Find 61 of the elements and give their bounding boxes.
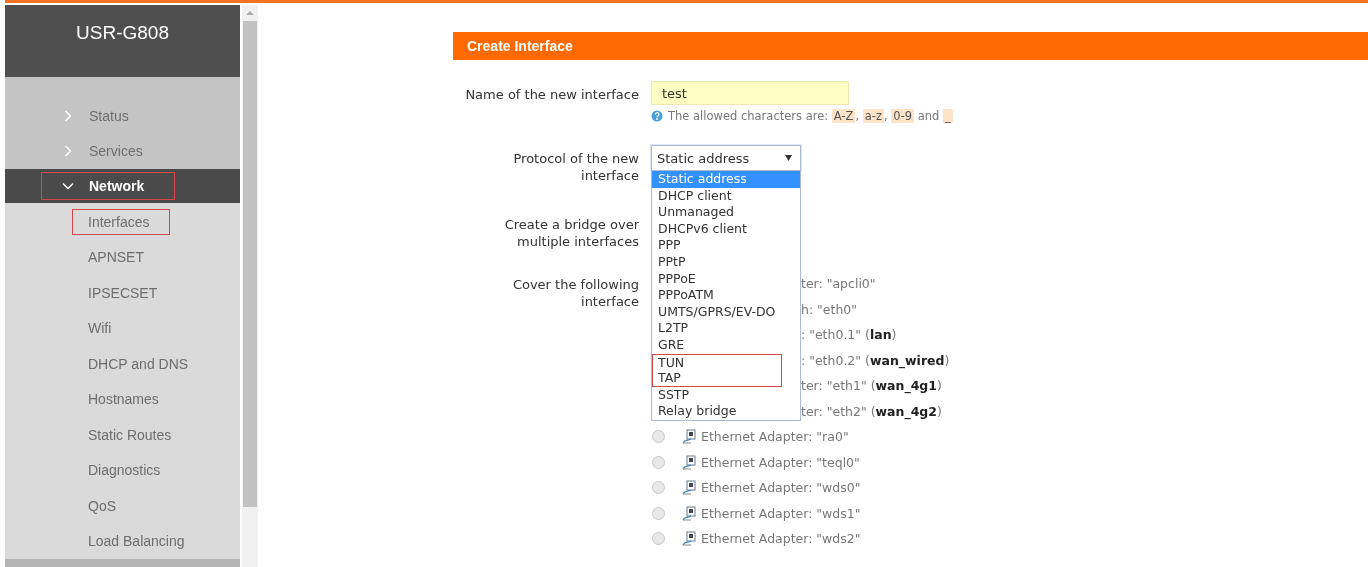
interface-label: ter: "eth1" (wan_4g1) xyxy=(801,378,942,394)
help-icon xyxy=(651,110,663,122)
menu-item[interactable]: DHCP and DNS xyxy=(72,346,194,382)
dropdown-option[interactable]: UMTS/GPRS/EV-DO xyxy=(652,303,800,321)
menu-item[interactable]: Diagnostics xyxy=(72,452,166,488)
interface-label: Ethernet Adapter: "ra0" xyxy=(701,429,849,445)
section-header: Create Interface xyxy=(453,32,1368,60)
menu-item[interactable]: Interfaces xyxy=(72,209,171,235)
field-label: Create a bridge over multiple interfaces xyxy=(503,216,639,251)
brand-title: USR-G808 xyxy=(76,22,169,45)
dropdown-option[interactable]: SSTP xyxy=(652,386,800,404)
dropdown-option[interactable]: DHCPv6 client xyxy=(652,220,800,238)
network-adapter-icon xyxy=(682,480,696,496)
name-field[interactable]: test xyxy=(651,81,849,105)
interface-label: Ethernet Adapter: "wds2" xyxy=(701,531,861,547)
chevron-right-icon xyxy=(62,110,74,123)
radio-button[interactable] xyxy=(652,532,665,546)
radio-button[interactable] xyxy=(652,506,665,520)
radio-button[interactable] xyxy=(652,430,665,444)
network-adapter-icon xyxy=(682,429,696,445)
radio-button[interactable] xyxy=(652,455,665,469)
dropdown-option[interactable]: PPtP xyxy=(652,253,800,271)
menu-item[interactable]: IPSECSET xyxy=(72,275,163,311)
menu-item[interactable]: Static Routes xyxy=(72,417,177,453)
dropdown-option[interactable]: PPPoE xyxy=(652,270,800,288)
network-adapter-icon xyxy=(682,505,696,521)
menu-label[interactable]: Network xyxy=(41,171,176,200)
interface-label: Ethernet Adapter: "wds1" xyxy=(701,505,861,521)
interface-label: : "eth0.1" (lan) xyxy=(801,327,897,343)
dropdown-option[interactable]: PPPoATM xyxy=(652,287,800,304)
interface-label: h: "eth0" xyxy=(801,301,858,317)
dropdown-option[interactable]: TAP xyxy=(652,370,782,387)
field-label: Cover the following interface xyxy=(511,276,639,311)
dropdown-option[interactable]: TUN xyxy=(652,353,782,371)
menu-item[interactable]: QoS xyxy=(72,488,121,524)
dropdown-option[interactable]: Unmanaged xyxy=(652,204,800,221)
hint-text: The allowed characters are: A-Z , a-z , 0-9 and _ xyxy=(668,109,953,123)
dropdown-option[interactable]: PPP xyxy=(652,237,800,254)
network-adapter-icon xyxy=(682,454,696,470)
interface-label: : "eth0.2" (wan_wired) xyxy=(801,352,950,368)
field-label: Name of the new interface xyxy=(464,86,639,104)
scrollbar[interactable] xyxy=(242,5,258,567)
menu-item[interactable]: Network xyxy=(5,168,240,203)
protocol-dropdown[interactable]: Static address xyxy=(651,145,801,171)
menu-item[interactable]: APNSET xyxy=(72,239,149,275)
interface-label: ter: "eth2" (wan_4g2) xyxy=(801,403,942,419)
interface-label: Ethernet Adapter: "wds0" xyxy=(701,480,861,496)
chevron-right-icon xyxy=(62,145,74,158)
interface-label: ter: "apcli0" xyxy=(801,276,876,292)
field-label: Protocol of the new interface xyxy=(512,150,639,185)
dropdown-option[interactable]: DHCP client xyxy=(652,187,800,205)
caret-icon xyxy=(785,155,792,161)
interface-label: Ethernet Adapter: "teql0" xyxy=(701,454,860,470)
dropdown-option[interactable]: Relay bridge xyxy=(652,403,800,420)
dropdown-option[interactable]: GRE xyxy=(652,336,800,354)
network-adapter-icon xyxy=(682,531,696,547)
radio-button[interactable] xyxy=(652,481,665,495)
menu-item[interactable]: Hostnames xyxy=(72,381,164,417)
menu-item[interactable]: Wifi xyxy=(72,310,117,346)
dropdown-option[interactable]: L2TP xyxy=(652,320,800,337)
menu-item[interactable]: Load Balancing xyxy=(72,523,190,559)
